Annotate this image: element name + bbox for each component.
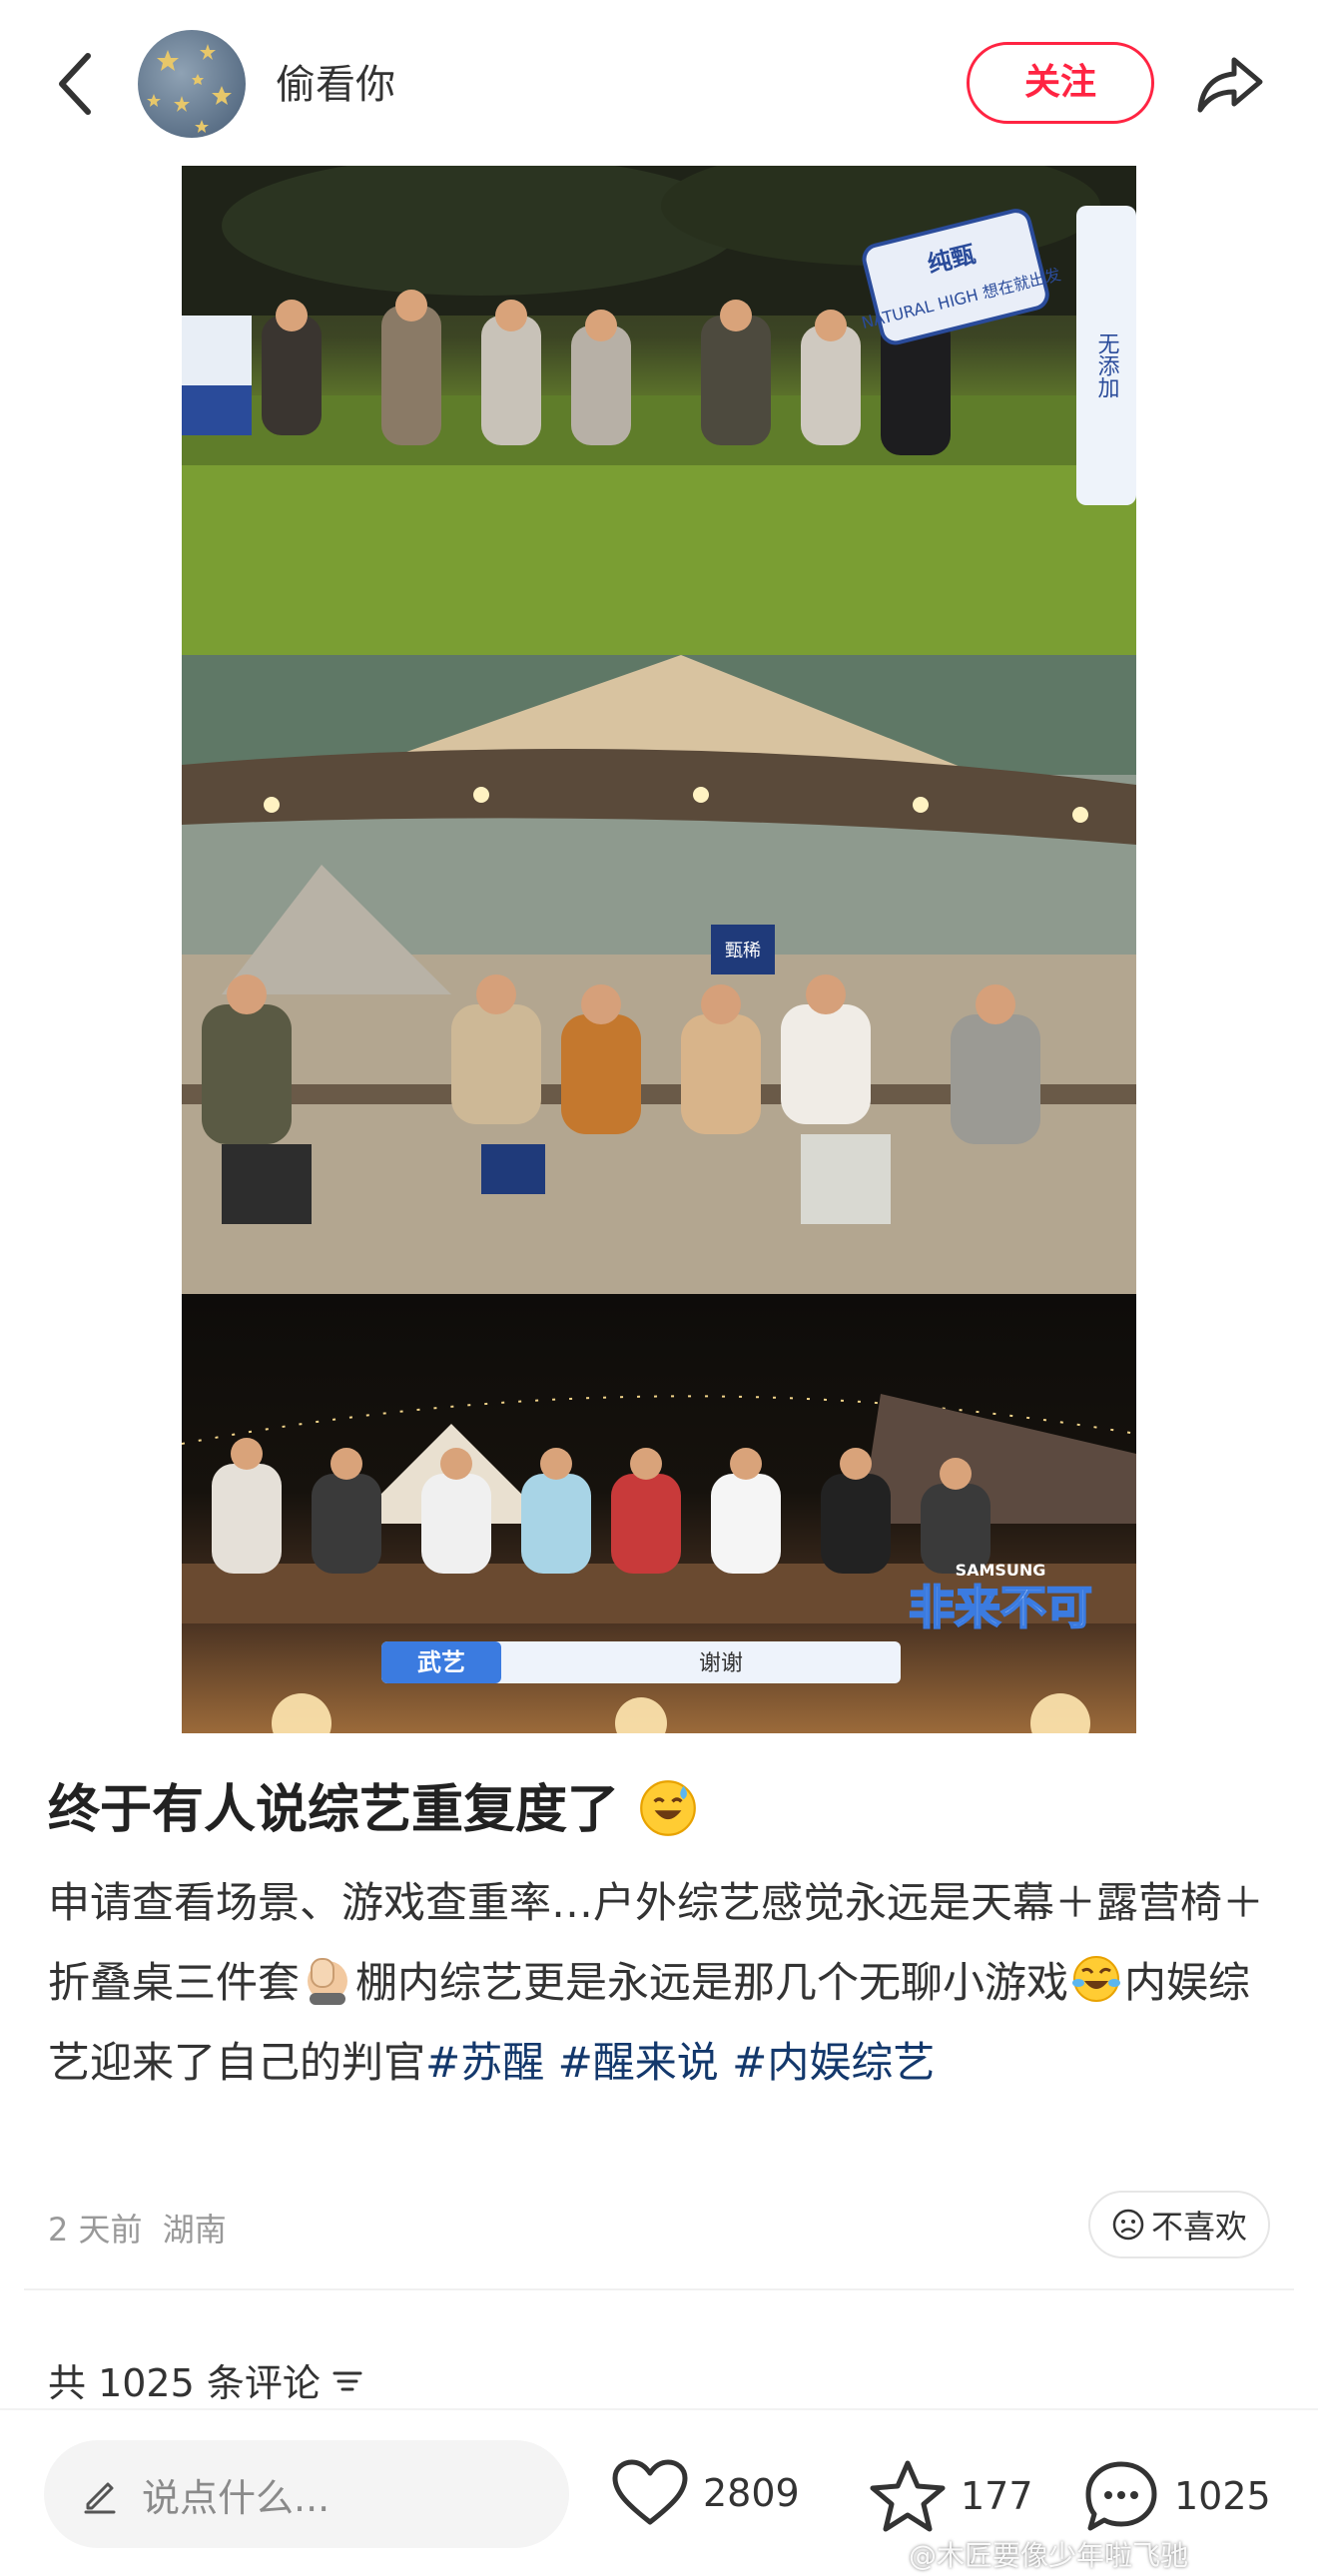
share-arrow-icon[interactable]: [1192, 46, 1268, 122]
dislike-button[interactable]: 不喜欢: [1088, 2191, 1270, 2258]
like-count: 2809: [703, 2471, 800, 2515]
divider: [24, 2288, 1294, 2290]
star-pattern-icon: [147, 44, 232, 133]
show-logo: 非来不可: [909, 1581, 1092, 1634]
post-title-text: 终于有人说综艺重复度了: [48, 1780, 620, 1840]
post-location: 湖南: [162, 2211, 227, 2249]
watermark: @木匠要像少年啦飞驰: [909, 2539, 1189, 2572]
caption-text: 谢谢: [699, 1651, 743, 1676]
sort-filter-icon[interactable]: [330, 2365, 364, 2395]
chevron-left-icon[interactable]: [48, 48, 104, 120]
tears-of-joy-emoji-icon: [1072, 1956, 1121, 2002]
hashtag-2[interactable]: #醒来说: [558, 2038, 719, 2087]
photo-campsite-lawn: 无添加 纯甄 NATURAL HIGH 想在就出发: [182, 166, 1136, 655]
comments-header: 共 1025 条评论: [48, 2352, 364, 2407]
sign-text-2: 甄稀: [725, 941, 761, 962]
comment-button[interactable]: 1025: [1082, 2458, 1271, 2534]
pencil-icon: [84, 2482, 116, 2514]
comment-input-placeholder: 说点什么...: [142, 2475, 330, 2520]
photo-night-show: 武艺 谢谢 SAMSUNG 非来不可: [182, 1294, 1136, 1733]
photo-canopy-tent: 甄稀: [182, 655, 1136, 1294]
post-meta: 2 天前 湖南: [48, 2205, 227, 2251]
comment-input[interactable]: 说点什么...: [44, 2440, 569, 2548]
dislike-label: 不喜欢: [1150, 2208, 1247, 2246]
comments-count-label: 共 1025 条评论: [48, 2361, 321, 2405]
sad-face-icon: [1112, 2209, 1144, 2241]
author-name[interactable]: 偷看你: [276, 52, 395, 110]
collect-count: 177: [961, 2474, 1033, 2518]
like-button[interactable]: 2809: [611, 2458, 800, 2528]
post-title: 终于有人说综艺重复度了: [48, 1767, 699, 1842]
follow-button[interactable]: 关注: [967, 42, 1154, 124]
photo-collage[interactable]: 无添加 纯甄 NATURAL HIGH 想在就出发 甄稀 武艺 谢谢 SAMSU…: [182, 166, 1136, 1733]
collect-button[interactable]: 177: [869, 2458, 1033, 2534]
top-bar: 偷看你 关注: [0, 0, 1318, 166]
post-body-part2: 棚内综艺更是永远是那几个无聊小游戏: [355, 1958, 1069, 2007]
star-icon: [870, 2460, 946, 2532]
caption-name: 武艺: [417, 1648, 465, 1676]
sweat-smile-emoji-icon: [640, 1780, 697, 1836]
post-date: 2 天前: [48, 2211, 143, 2249]
speech-bubble-icon: [1085, 2461, 1157, 2531]
avatar[interactable]: [138, 30, 246, 138]
brand-text: SAMSUNG: [956, 1561, 1046, 1580]
post-body: 申请查看场景、游戏查重率…户外综艺感觉永远是天幕＋露营椅＋折叠桌三件套 棚内综艺…: [48, 1863, 1286, 2103]
face-palm-emoji-icon: [308, 1958, 348, 2005]
comment-count: 1025: [1174, 2474, 1271, 2518]
heart-icon: [612, 2459, 688, 2525]
hashtag-3[interactable]: #内娱综艺: [732, 2038, 935, 2087]
board-text: 无添加: [1094, 332, 1120, 398]
hashtag-1[interactable]: #苏醒: [425, 2038, 544, 2087]
